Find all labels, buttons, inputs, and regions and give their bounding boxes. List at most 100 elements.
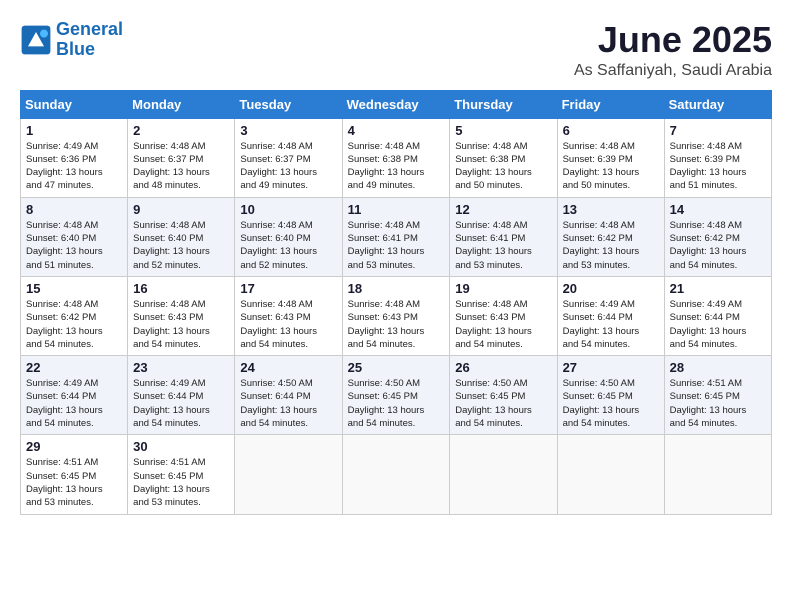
day-number: 20 — [563, 281, 659, 296]
day-number: 21 — [670, 281, 766, 296]
day-number: 28 — [670, 360, 766, 375]
calendar-cell — [557, 435, 664, 514]
day-number: 13 — [563, 202, 659, 217]
calendar-cell: 17Sunrise: 4:48 AM Sunset: 6:43 PM Dayli… — [235, 276, 342, 355]
day-info: Sunrise: 4:48 AM Sunset: 6:40 PM Dayligh… — [133, 219, 229, 272]
day-info: Sunrise: 4:48 AM Sunset: 6:42 PM Dayligh… — [670, 219, 766, 272]
day-number: 30 — [133, 439, 229, 454]
day-number: 2 — [133, 123, 229, 138]
calendar-cell: 26Sunrise: 4:50 AM Sunset: 6:45 PM Dayli… — [450, 356, 557, 435]
weekday-header-cell: Saturday — [664, 90, 771, 118]
day-info: Sunrise: 4:49 AM Sunset: 6:44 PM Dayligh… — [670, 298, 766, 351]
calendar-cell: 27 Sunrise: 4:50 AM Sunset: 6:45 PM Dayli… — [557, 356, 664, 435]
day-info: Sunrise: 4:48 AM Sunset: 6:40 PM Dayligh… — [240, 219, 336, 272]
day-info: Sunrise: 4:48 AM Sunset: 6:42 PM Dayligh… — [563, 219, 659, 272]
day-info: Sunrise: 4:48 AM Sunset: 6:39 PM Dayligh… — [670, 140, 766, 193]
day-number: 5 — [455, 123, 551, 138]
weekday-header-cell: Friday — [557, 90, 664, 118]
calendar-cell: 2 Sunrise: 4:48 AM Sunset: 6:37 PM Daylig… — [128, 118, 235, 197]
calendar-cell: 22 Sunrise: 4:49 AM Sunset: 6:44 PM Dayli… — [21, 356, 128, 435]
day-number: 24 — [240, 360, 336, 375]
calendar-cell: 19 Sunrise: 4:48 AM Sunset: 6:43 PM Dayli… — [450, 276, 557, 355]
calendar-cell: 23Sunrise: 4:49 AM Sunset: 6:44 PM Dayli… — [128, 356, 235, 435]
day-number: 27 — [563, 360, 659, 375]
day-number: 3 — [240, 123, 336, 138]
month-title: June 2025 — [574, 20, 772, 60]
calendar-cell: 25 Sunrise: 4:50 AM Sunset: 6:45 PM Dayli… — [342, 356, 450, 435]
day-info: Sunrise: 4:48 AM Sunset: 6:38 PM Dayligh… — [348, 140, 445, 193]
weekday-header-cell: Monday — [128, 90, 235, 118]
weekday-header-row: SundayMondayTuesdayWednesdayThursdayFrid… — [21, 90, 772, 118]
day-info: Sunrise: 4:48 AM Sunset: 6:41 PM Dayligh… — [348, 219, 445, 272]
calendar-week-row: 1 Sunrise: 4:49 AM Sunset: 6:36 PM Daylig… — [21, 118, 772, 197]
day-number: 6 — [563, 123, 659, 138]
calendar-cell: 8 Sunrise: 4:48 AM Sunset: 6:40 PM Daylig… — [21, 197, 128, 276]
day-number: 4 — [348, 123, 445, 138]
calendar-cell: 5 Sunrise: 4:48 AM Sunset: 6:38 PM Daylig… — [450, 118, 557, 197]
day-info: Sunrise: 4:48 AM Sunset: 6:41 PM Dayligh… — [455, 219, 551, 272]
day-number: 25 — [348, 360, 445, 375]
logo: General Blue — [20, 20, 123, 60]
calendar-cell: 1 Sunrise: 4:49 AM Sunset: 6:36 PM Daylig… — [21, 118, 128, 197]
day-info: Sunrise: 4:51 AM Sunset: 6:45 PM Dayligh… — [133, 456, 229, 509]
weekday-header-cell: Sunday — [21, 90, 128, 118]
day-number: 1 — [26, 123, 122, 138]
calendar-cell: 30 Sunrise: 4:51 AM Sunset: 6:45 PM Dayli… — [128, 435, 235, 514]
calendar-cell: 29 Sunrise: 4:51 AM Sunset: 6:45 PM Dayli… — [21, 435, 128, 514]
calendar-cell — [235, 435, 342, 514]
calendar-cell: 9 Sunrise: 4:48 AM Sunset: 6:40 PM Daylig… — [128, 197, 235, 276]
day-info: Sunrise: 4:48 AM Sunset: 6:42 PM Dayligh… — [26, 298, 122, 351]
day-info: Sunrise: 4:49 AM Sunset: 6:36 PM Dayligh… — [26, 140, 122, 193]
weekday-header-cell: Thursday — [450, 90, 557, 118]
calendar-table: SundayMondayTuesdayWednesdayThursdayFrid… — [20, 90, 772, 515]
calendar-cell: 11 Sunrise: 4:48 AM Sunset: 6:41 PM Dayli… — [342, 197, 450, 276]
weekday-header-cell: Wednesday — [342, 90, 450, 118]
calendar-cell: 6Sunrise: 4:48 AM Sunset: 6:39 PM Daylig… — [557, 118, 664, 197]
logo-name: General Blue — [56, 20, 123, 60]
day-info: Sunrise: 4:48 AM Sunset: 6:37 PM Dayligh… — [133, 140, 229, 193]
logo-icon — [20, 24, 52, 56]
day-number: 16 — [133, 281, 229, 296]
calendar-cell: 16 Sunrise: 4:48 AM Sunset: 6:43 PM Dayli… — [128, 276, 235, 355]
calendar-body: 1 Sunrise: 4:49 AM Sunset: 6:36 PM Daylig… — [21, 118, 772, 514]
day-info: Sunrise: 4:50 AM Sunset: 6:45 PM Dayligh… — [563, 377, 659, 430]
day-number: 19 — [455, 281, 551, 296]
calendar-cell: 24 Sunrise: 4:50 AM Sunset: 6:44 PM Dayli… — [235, 356, 342, 435]
day-info: Sunrise: 4:49 AM Sunset: 6:44 PM Dayligh… — [563, 298, 659, 351]
day-number: 14 — [670, 202, 766, 217]
day-info: Sunrise: 4:50 AM Sunset: 6:45 PM Dayligh… — [348, 377, 445, 430]
day-info: Sunrise: 4:48 AM Sunset: 6:40 PM Dayligh… — [26, 219, 122, 272]
day-number: 15 — [26, 281, 122, 296]
calendar-cell — [664, 435, 771, 514]
day-info: Sunrise: 4:48 AM Sunset: 6:38 PM Dayligh… — [455, 140, 551, 193]
day-number: 12 — [455, 202, 551, 217]
title-area: June 2025 As Saffaniyah, Saudi Arabia — [574, 20, 772, 80]
day-number: 7 — [670, 123, 766, 138]
calendar-cell — [450, 435, 557, 514]
day-info: Sunrise: 4:48 AM Sunset: 6:37 PM Dayligh… — [240, 140, 336, 193]
calendar-week-row: 8 Sunrise: 4:48 AM Sunset: 6:40 PM Daylig… — [21, 197, 772, 276]
day-info: Sunrise: 4:50 AM Sunset: 6:44 PM Dayligh… — [240, 377, 336, 430]
day-number: 8 — [26, 202, 122, 217]
calendar-cell: 14 Sunrise: 4:48 AM Sunset: 6:42 PM Dayli… — [664, 197, 771, 276]
day-number: 11 — [348, 202, 445, 217]
calendar-cell: 21 Sunrise: 4:49 AM Sunset: 6:44 PM Dayli… — [664, 276, 771, 355]
day-number: 29 — [26, 439, 122, 454]
day-info: Sunrise: 4:49 AM Sunset: 6:44 PM Dayligh… — [133, 377, 229, 430]
day-info: Sunrise: 4:48 AM Sunset: 6:43 PM Dayligh… — [133, 298, 229, 351]
calendar-cell: 4 Sunrise: 4:48 AM Sunset: 6:38 PM Daylig… — [342, 118, 450, 197]
day-number: 9 — [133, 202, 229, 217]
day-info: Sunrise: 4:48 AM Sunset: 6:43 PM Dayligh… — [455, 298, 551, 351]
day-number: 22 — [26, 360, 122, 375]
location-title: As Saffaniyah, Saudi Arabia — [574, 62, 772, 80]
day-info: Sunrise: 4:49 AM Sunset: 6:44 PM Dayligh… — [26, 377, 122, 430]
calendar-cell: 18Sunrise: 4:48 AM Sunset: 6:43 PM Dayli… — [342, 276, 450, 355]
calendar-cell: 10Sunrise: 4:48 AM Sunset: 6:40 PM Dayli… — [235, 197, 342, 276]
day-info: Sunrise: 4:51 AM Sunset: 6:45 PM Dayligh… — [26, 456, 122, 509]
day-number: 17 — [240, 281, 336, 296]
weekday-header-cell: Tuesday — [235, 90, 342, 118]
calendar-cell: 7 Sunrise: 4:48 AM Sunset: 6:39 PM Daylig… — [664, 118, 771, 197]
calendar-cell: 20 Sunrise: 4:49 AM Sunset: 6:44 PM Dayli… — [557, 276, 664, 355]
day-info: Sunrise: 4:51 AM Sunset: 6:45 PM Dayligh… — [670, 377, 766, 430]
day-number: 26 — [455, 360, 551, 375]
